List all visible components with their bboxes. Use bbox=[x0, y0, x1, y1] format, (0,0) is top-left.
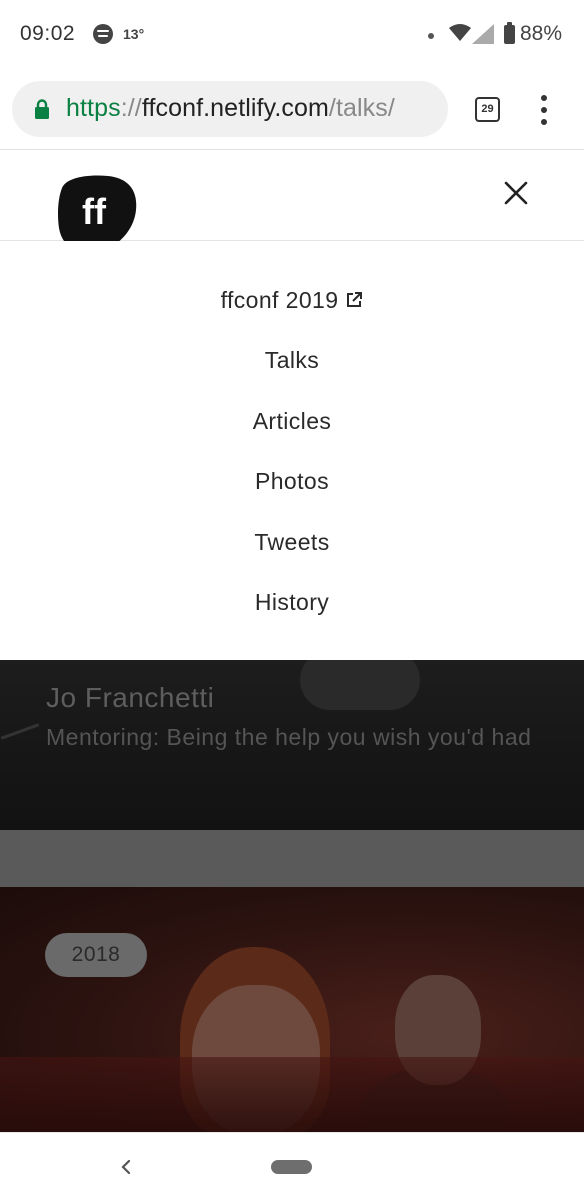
browser-toolbar: https://ffconf.netlify.com/talks/ 29 bbox=[0, 70, 584, 150]
talk-speaker: Jo Franchetti bbox=[46, 682, 215, 713]
status-temperature: 13° bbox=[123, 26, 145, 42]
url-path: /talks/ bbox=[328, 94, 395, 122]
url-separator: :// bbox=[120, 94, 142, 122]
year-badge: 2018 bbox=[45, 933, 147, 977]
nav-item-ffconf-2019[interactable]: ffconf 2019 bbox=[0, 287, 584, 314]
logo-text: ff bbox=[82, 191, 107, 232]
nav-menu: ffconf 2019 Talks Articles Photos Tweets… bbox=[0, 241, 584, 660]
url-text[interactable]: https://ffconf.netlify.com/talks/ bbox=[66, 94, 395, 123]
overflow-menu-icon[interactable] bbox=[536, 95, 552, 125]
status-bar: 09:02 13° 88% bbox=[0, 0, 584, 70]
notification-dot-icon bbox=[428, 33, 434, 39]
nav-item-photos[interactable]: Photos bbox=[0, 468, 584, 495]
background-detail bbox=[0, 723, 40, 740]
home-button[interactable] bbox=[271, 1160, 312, 1174]
photo-foreground bbox=[0, 1057, 584, 1132]
nav-item-talks[interactable]: Talks bbox=[0, 347, 584, 374]
nav-item-history[interactable]: History bbox=[0, 589, 584, 616]
close-menu-button[interactable] bbox=[500, 177, 532, 209]
nav-item-tweets[interactable]: Tweets bbox=[0, 529, 584, 556]
lock-icon bbox=[35, 99, 49, 119]
talk-title: Mentoring: Being the help you wish you'd… bbox=[46, 724, 532, 750]
spotify-icon bbox=[93, 24, 113, 44]
url-host: ffconf.netlify.com bbox=[141, 94, 329, 122]
external-link-icon bbox=[347, 292, 363, 307]
tab-switcher-button[interactable]: 29 bbox=[475, 97, 500, 122]
site-header: ff bbox=[0, 150, 584, 254]
wifi-icon bbox=[449, 24, 471, 41]
divider-band bbox=[0, 830, 584, 887]
nav-item-label: ffconf 2019 bbox=[220, 287, 339, 313]
photo-card[interactable]: 2018 bbox=[0, 887, 584, 1132]
signal-icon bbox=[472, 24, 494, 44]
address-bar[interactable]: https://ffconf.netlify.com/talks/ bbox=[12, 81, 448, 137]
back-icon[interactable] bbox=[118, 1157, 134, 1177]
system-navigation-bar bbox=[0, 1132, 584, 1200]
nav-item-articles[interactable]: Articles bbox=[0, 408, 584, 435]
battery-percent: 88% bbox=[520, 22, 563, 45]
background-image bbox=[300, 660, 420, 710]
status-time: 09:02 bbox=[20, 22, 76, 45]
battery-icon bbox=[504, 22, 515, 44]
talk-card[interactable]: Jo Franchetti Mentoring: Being the help … bbox=[0, 660, 584, 830]
url-scheme: https bbox=[66, 94, 121, 122]
